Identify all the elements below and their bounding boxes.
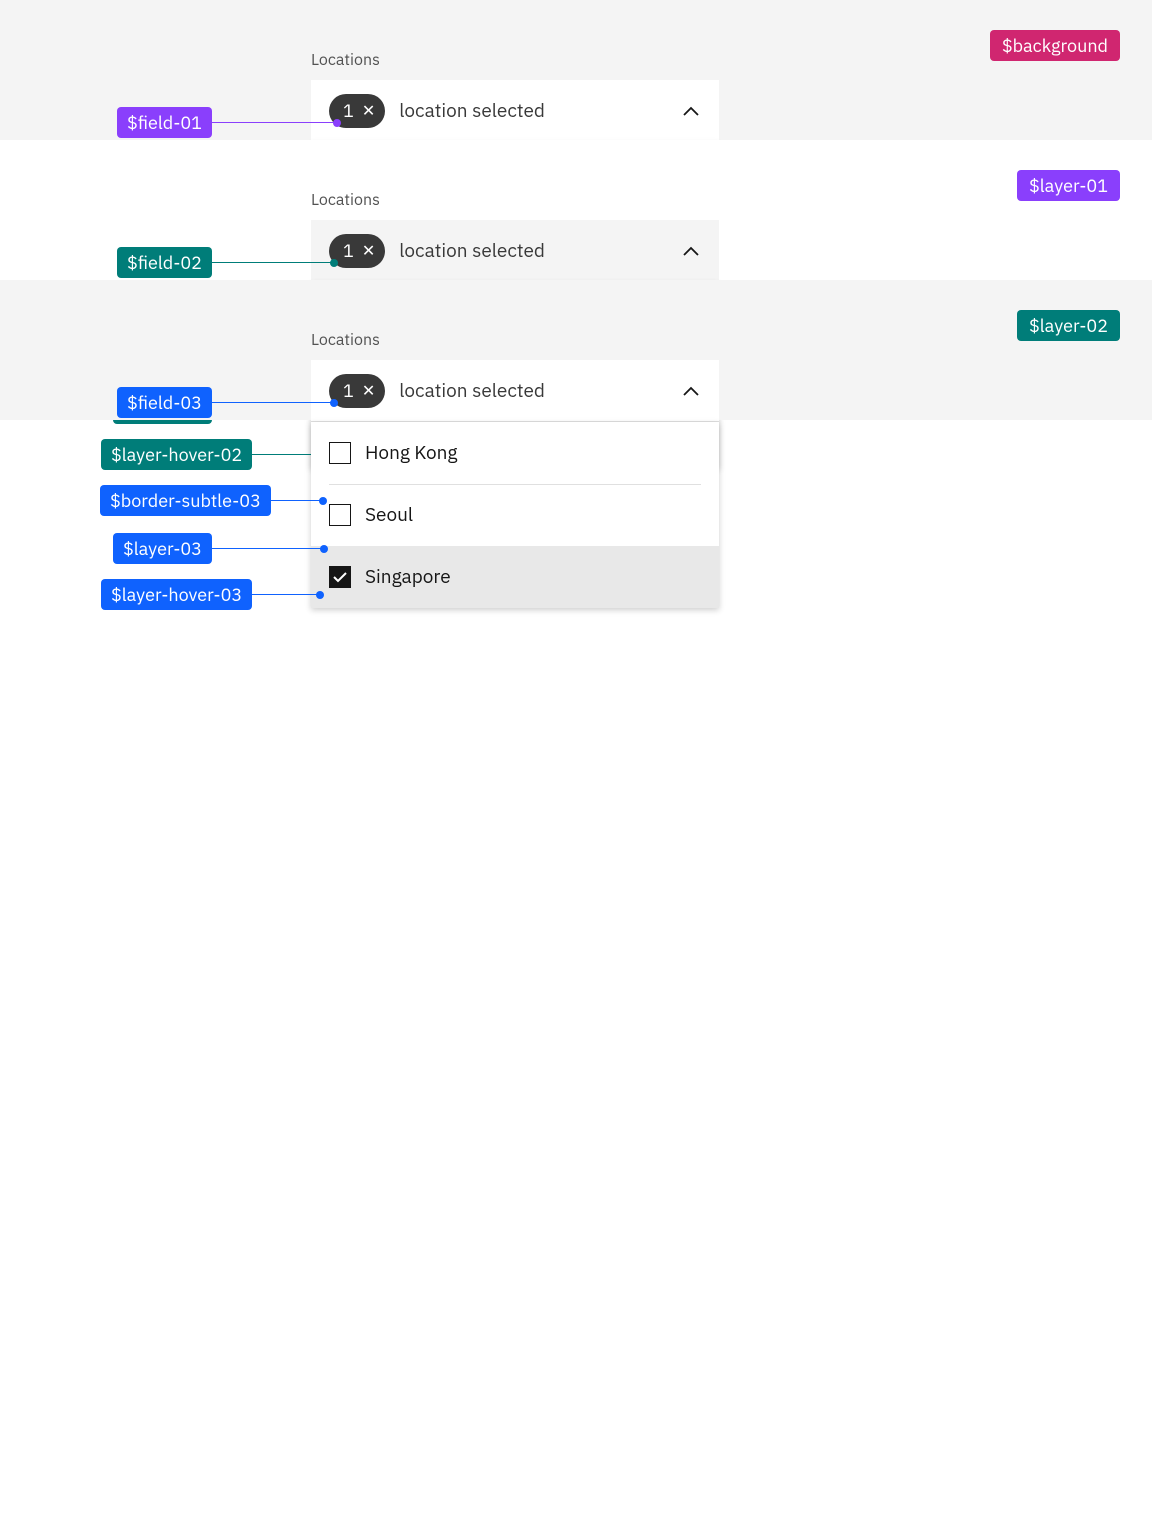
background-token-tag: $layer-02 [1017,310,1120,341]
multiselect-field[interactable]: 1 ✕ location selected [311,220,719,282]
annotation-field-03: $field-03 [117,387,334,418]
checkbox-unchecked-icon[interactable] [329,504,351,526]
multiselect-field[interactable]: 1 ✕ location selected [311,80,719,142]
multiselect-dropdown: Hong Kong Seoul Singapore [311,422,719,608]
option-divider [329,484,701,485]
annotation-field-01: $field-01 [117,107,337,138]
annotation-layer-hover-02: $layer-hover-02 [101,439,320,470]
spec-section-1: $background Locations 1 ✕ location selec… [0,0,1152,140]
annotation-layer-03: $layer-03 [113,533,324,564]
annotation-label: $border-subtle-03 [100,485,271,516]
clear-selection-icon[interactable]: ✕ [362,383,375,399]
multiselect-label: Locations [311,330,719,350]
annotation-border-subtle-03: $border-subtle-03 [100,485,323,516]
multiselect-label: Locations [311,190,719,210]
annotation-label: $layer-hover-02 [101,439,252,470]
multiselect-summary-text: location selected [399,239,681,263]
selection-count: 1 [343,99,354,122]
clear-selection-icon[interactable]: ✕ [362,103,375,119]
chevron-up-icon[interactable] [681,241,701,261]
annotation-label: $field-02 [117,247,212,278]
spec-section-3: $layer-02 Locations 1 ✕ location selecte… [0,280,1152,420]
checkbox-checked-icon[interactable] [329,566,351,588]
annotation-field-02: $field-02 [117,247,334,278]
clear-selection-icon[interactable]: ✕ [362,243,375,259]
multiselect-3: Locations 1 ✕ location selected Hong Kon… [311,330,719,608]
selection-count: 1 [343,239,354,262]
background-token-tag: $layer-01 [1017,170,1120,201]
checkbox-unchecked-icon[interactable] [329,442,351,464]
multiselect-field[interactable]: 1 ✕ location selected [311,360,719,422]
option-label: Singapore [365,565,451,589]
background-token-tag: $background [990,30,1120,61]
annotation-label: $layer-03 [113,533,212,564]
annotation-label: $field-03 [117,387,212,418]
annotation-label: $field-01 [117,107,212,138]
multiselect-label: Locations [311,50,719,70]
option-label: Seoul [365,503,413,527]
selection-count: 1 [343,379,354,402]
multiselect-summary-text: location selected [399,379,681,403]
multiselect-summary-text: location selected [399,99,681,123]
spec-section-2: $layer-01 Locations 1 ✕ location selecte… [0,140,1152,280]
annotation-label: $layer-hover-03 [101,579,252,610]
chevron-up-icon[interactable] [681,101,701,121]
option-singapore-hover[interactable]: Singapore [311,546,719,608]
option-label: Hong Kong [365,441,457,465]
option-seoul[interactable]: Seoul [311,484,719,546]
annotation-layer-hover-03: $layer-hover-03 [101,579,320,610]
chevron-up-icon[interactable] [681,381,701,401]
option-hong-kong[interactable]: Hong Kong [311,422,719,484]
